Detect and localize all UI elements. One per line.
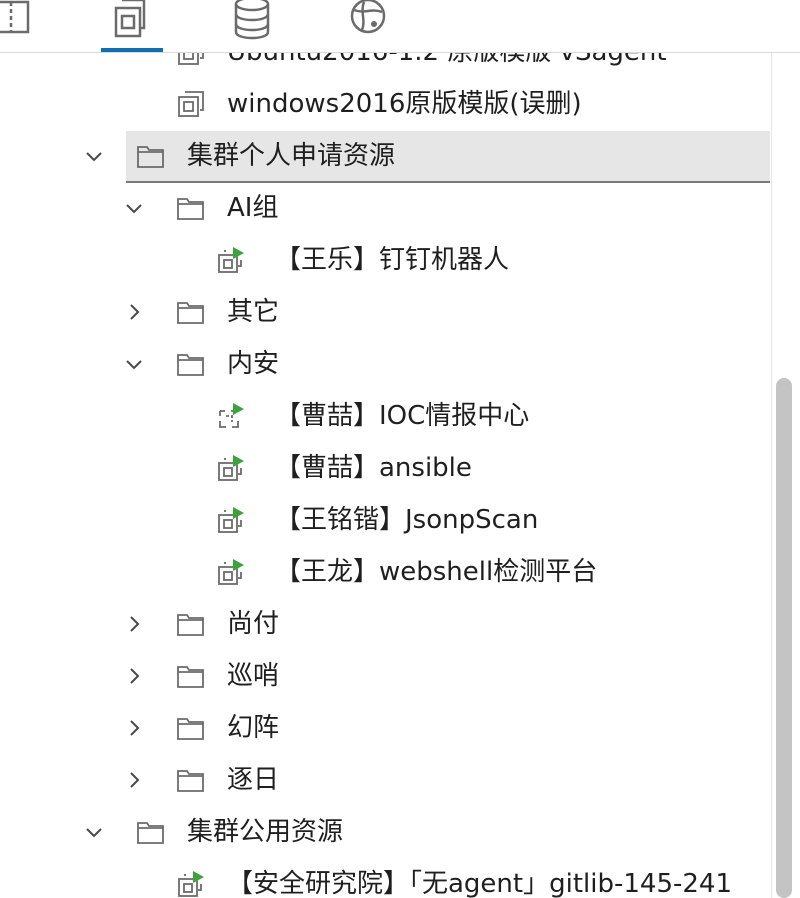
tree-vm-row[interactable]: 【王铭锴】JsonpScan	[0, 494, 770, 546]
vm-running-icon	[176, 870, 206, 898]
tree-vm-row[interactable]: 【曹喆】IOC情报中心	[0, 390, 770, 442]
inventory-tree: Ubuntu2016-1.2 原版模版 vSagent windows2016原版…	[0, 53, 770, 898]
tree-item-label: Ubuntu2016-1.2 原版模版 vSagent	[227, 53, 667, 78]
scrollbar-thumb[interactable]	[776, 378, 792, 898]
tree-folder-row[interactable]: 巡哨	[0, 650, 770, 702]
folder-icon	[176, 350, 206, 378]
folder-icon	[176, 766, 206, 794]
tree-folder-row[interactable]: 其它	[0, 286, 770, 338]
tree-item-label: 【王铭锴】JsonpScan	[275, 505, 539, 535]
folder-icon	[176, 714, 206, 742]
vm-template-icon	[176, 53, 206, 66]
vms-and-templates-tab[interactable]	[100, 0, 160, 46]
vm-running-icon	[216, 506, 246, 534]
tree-item-label: 内安	[227, 349, 280, 379]
hosts-clusters-icon	[0, 0, 30, 34]
tree-item-label: 【曹喆】IOC情报中心	[275, 401, 530, 431]
tree-folder-row[interactable]: 内安	[0, 338, 770, 390]
chevron-down-icon[interactable]	[124, 354, 144, 374]
tree-item-label: 集群个人申请资源	[187, 141, 396, 171]
tree-item-label: 逐日	[227, 765, 280, 795]
tree-item-label: 【曹喆】ansible	[275, 453, 472, 483]
tree-item-label: 集群公用资源	[187, 817, 344, 847]
tree-vm-row[interactable]: 【王乐】钉钉机器人	[0, 234, 770, 286]
tree-item-label: 尚付	[227, 609, 280, 639]
tree-vm-row[interactable]: windows2016原版模版(误删)	[0, 78, 770, 130]
tree-vm-row[interactable]: 【曹喆】ansible	[0, 442, 770, 494]
chevron-down-icon[interactable]	[84, 822, 104, 842]
folder-icon	[136, 142, 166, 170]
vm-running-dashed-icon	[216, 402, 246, 430]
tree-folder-row[interactable]: 集群公用资源	[0, 806, 770, 858]
vm-template-icon	[176, 90, 206, 118]
tree-item-label: 幻阵	[227, 713, 280, 743]
folder-icon	[176, 298, 206, 326]
tree-item-label: 其它	[227, 297, 280, 327]
tree-vm-row[interactable]: 【安全研究院】「无agent」gitlib-145-241	[0, 858, 770, 898]
chevron-right-icon[interactable]	[124, 718, 144, 738]
folder-icon	[176, 194, 206, 222]
vm-running-icon	[216, 246, 246, 274]
tree-item-label: 【王龙】webshell检测平台	[275, 557, 598, 587]
tree-vm-row[interactable]: Ubuntu2016-1.2 原版模版 vSagent	[0, 53, 770, 78]
database-icon	[234, 0, 270, 40]
tree-item-label: AI组	[227, 193, 279, 223]
network-globe-icon	[350, 0, 386, 34]
folder-icon	[176, 662, 206, 690]
tree-item-label: 【王乐】钉钉机器人	[275, 245, 510, 275]
active-tab-indicator	[101, 48, 163, 52]
vm-running-icon	[216, 454, 246, 482]
tree-item-label: windows2016原版模版(误删)	[227, 89, 582, 119]
chevron-right-icon[interactable]	[124, 302, 144, 322]
inventory-toolbar	[0, 0, 800, 53]
vm-template-icon	[114, 0, 146, 38]
folder-icon	[176, 610, 206, 638]
chevron-right-icon[interactable]	[124, 666, 144, 686]
tree-folder-row[interactable]: 集群个人申请资源	[0, 130, 770, 183]
tree-folder-row[interactable]: 幻阵	[0, 702, 770, 754]
hosts-clusters-tab[interactable]	[0, 0, 42, 46]
tree-folder-row[interactable]: 逐日	[0, 754, 770, 806]
folder-icon	[136, 818, 166, 846]
tree-folder-row[interactable]: AI组	[0, 182, 770, 234]
chevron-down-icon[interactable]	[84, 146, 104, 166]
tree-vm-row[interactable]: 【王龙】webshell检测平台	[0, 546, 770, 598]
tree-item-label: 【安全研究院】「无agent」gitlib-145-241	[227, 869, 732, 898]
storage-tab[interactable]	[220, 0, 280, 46]
chevron-right-icon[interactable]	[124, 614, 144, 634]
tree-folder-row[interactable]: 尚付	[0, 598, 770, 650]
chevron-right-icon[interactable]	[124, 770, 144, 790]
networking-tab[interactable]	[338, 0, 398, 46]
chevron-down-icon[interactable]	[124, 198, 144, 218]
tree-item-label: 巡哨	[227, 661, 280, 691]
vm-running-icon	[216, 558, 246, 586]
